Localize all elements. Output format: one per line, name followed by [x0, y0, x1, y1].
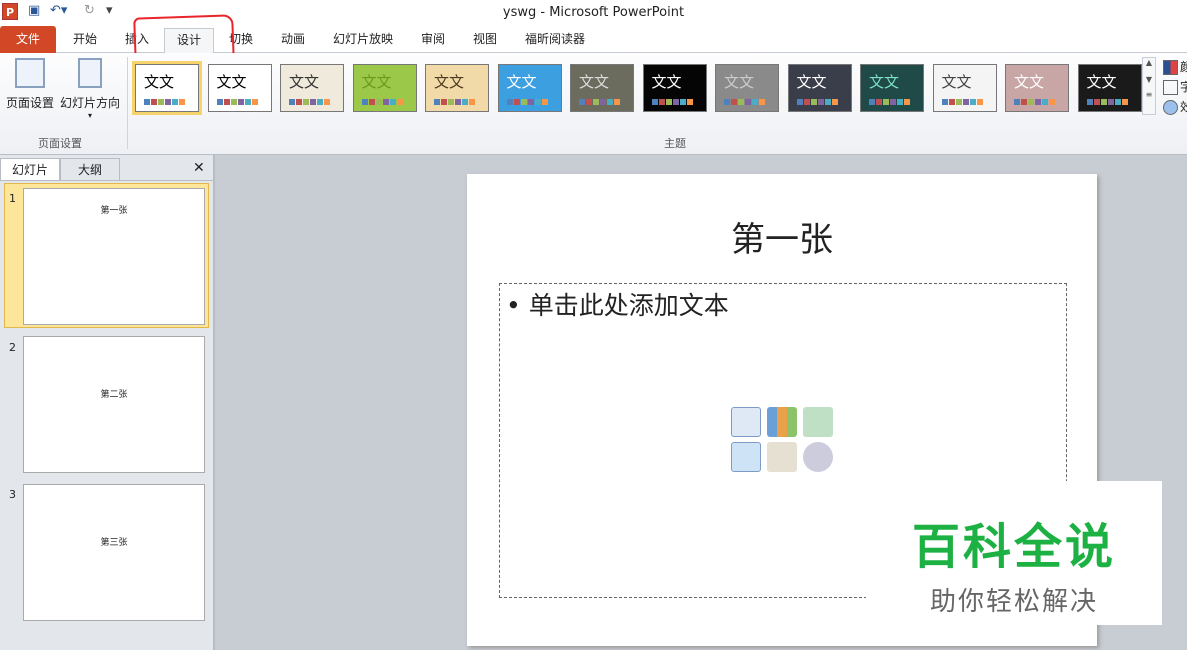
slide-thumbnail[interactable]: 第二张: [23, 336, 205, 473]
page-setup-group-label: 页面设置: [38, 137, 82, 150]
themes-gallery: 文文 文文 文文 文文 文文 文文 文文 文文 文文 文文 文文 文文 文文 文文: [132, 59, 1158, 119]
theme-label: 文文: [506, 73, 537, 91]
insert-table-icon[interactable]: [731, 407, 761, 437]
thumb-title: 第一张: [100, 206, 128, 216]
theme-label: 文文: [289, 73, 320, 91]
theme-swatches: [289, 99, 330, 105]
fonts-icon: [1163, 80, 1178, 95]
watermark: 百科全说 助你轻松解决: [866, 481, 1162, 625]
theme-label: 文文: [434, 73, 465, 91]
tab-file[interactable]: 文件: [0, 26, 56, 53]
slide-orientation-button[interactable]: 幻灯片方向 ▾: [58, 58, 122, 120]
theme-swatches: [869, 99, 910, 105]
tab-foxit-reader[interactable]: 福昕阅读器: [516, 28, 594, 53]
tab-slides[interactable]: 幻灯片: [0, 158, 60, 180]
theme-thumbnail[interactable]: 文文: [715, 64, 779, 112]
page-setup-button[interactable]: 页面设置: [4, 58, 56, 111]
ribbon: 页面设置 幻灯片方向 ▾ 页面设置 文文 文文 文文 文文 文文 文文 文文 文文 文文 文文 文文文…: [0, 53, 1187, 155]
colors-icon: [1163, 60, 1178, 75]
theme-label: 文文: [361, 73, 392, 91]
gallery-scroll[interactable]: ▲ ▼ ≡: [1142, 57, 1156, 115]
placeholder-text: 单击此处添加文本: [528, 291, 729, 320]
page-setup-icon: [15, 58, 45, 88]
theme-label: 文文: [1086, 73, 1117, 91]
bullet: •: [506, 291, 521, 320]
colors-button[interactable]: 颜色: [1163, 57, 1187, 77]
fonts-button[interactable]: 字体: [1163, 77, 1187, 97]
theme-thumbnail[interactable]: 文文: [497, 64, 562, 112]
effects-button[interactable]: 效果: [1163, 97, 1187, 117]
tab-home[interactable]: 开始: [62, 28, 108, 53]
theme-label: 文文: [796, 73, 827, 91]
slide-title[interactable]: 第一张: [467, 212, 1097, 261]
theme-thumbnail[interactable]: 文文: [425, 64, 489, 112]
theme-label: 文文: [941, 73, 972, 91]
theme-label: 文文: [579, 73, 610, 91]
effects-icon: [1163, 100, 1178, 115]
theme-swatches: [216, 99, 258, 105]
page-setup-label: 页面设置: [5, 96, 54, 110]
theme-thumbnail[interactable]: 文文: [1005, 64, 1069, 112]
slide-number: 2: [9, 341, 16, 354]
theme-thumbnail[interactable]: 文文: [787, 64, 852, 112]
theme-swatches: [506, 99, 548, 105]
theme-swatches: [144, 99, 185, 105]
theme-label: 文文: [651, 73, 682, 91]
theme-thumbnail[interactable]: 文文: [860, 64, 924, 112]
fonts-label: 字体: [1180, 80, 1187, 94]
slide-thumbnail[interactable]: 第一张: [23, 188, 205, 325]
slide-number: 3: [9, 488, 16, 501]
thumb-title: 第三张: [100, 538, 128, 548]
thumb-title: 第二张: [100, 390, 128, 400]
theme-swatches: [651, 99, 693, 105]
theme-thumbnail[interactable]: 文文: [570, 64, 634, 112]
theme-thumbnail[interactable]: 文文: [642, 64, 707, 112]
theme-thumbnail[interactable]: 文文: [207, 64, 272, 112]
theme-swatches: [1086, 99, 1128, 105]
tab-review[interactable]: 审阅: [410, 28, 456, 53]
close-panel-icon[interactable]: ✕: [193, 160, 205, 176]
slide-orientation-label: 幻灯片方向: [59, 96, 120, 110]
theme-swatches: [434, 99, 475, 105]
theme-label: 文文: [144, 73, 175, 91]
theme-swatches: [724, 99, 765, 105]
tab-animations[interactable]: 动画: [270, 28, 316, 53]
theme-thumbnail[interactable]: 文文: [932, 64, 997, 112]
insert-chart-icon[interactable]: [767, 407, 797, 437]
theme-thumbnail[interactable]: 文文: [132, 61, 202, 115]
colors-label: 颜色: [1180, 60, 1187, 74]
slides-panel: 幻灯片 大纲 ✕ 1 第一张 2 第二张 3 第三张: [0, 155, 215, 650]
theme-swatches: [361, 99, 403, 105]
themes-group-label: 主题: [664, 137, 686, 150]
insert-picture-icon[interactable]: [731, 442, 761, 472]
theme-thumbnail[interactable]: 文文: [1077, 64, 1142, 112]
slide-number: 1: [9, 192, 16, 205]
theme-thumbnail[interactable]: 文文: [280, 64, 344, 112]
theme-thumbnail[interactable]: 文文: [352, 64, 417, 112]
theme-label: 文文: [1014, 73, 1045, 91]
theme-swatches: [1014, 99, 1055, 105]
theme-label: 文文: [724, 73, 755, 91]
theme-label: 文文: [216, 73, 247, 91]
theme-label: 文文: [869, 73, 900, 91]
effects-label: 效果: [1180, 100, 1187, 114]
slide-orientation-icon: [78, 58, 102, 88]
watermark-subtitle: 助你轻松解决: [929, 587, 1098, 617]
watermark-title: 百科全说: [911, 519, 1116, 575]
theme-swatches: [796, 99, 838, 105]
tab-slideshow[interactable]: 幻灯片放映: [325, 28, 401, 53]
insert-media-icon[interactable]: [803, 442, 833, 472]
tab-outline[interactable]: 大纲: [60, 158, 120, 180]
insert-clipart-icon[interactable]: [767, 442, 797, 472]
theme-swatches: [579, 99, 620, 105]
tab-view[interactable]: 视图: [462, 28, 508, 53]
slide-thumbnail[interactable]: 第三张: [23, 484, 205, 621]
theme-swatches: [941, 99, 983, 105]
insert-smartart-icon[interactable]: [803, 407, 833, 437]
